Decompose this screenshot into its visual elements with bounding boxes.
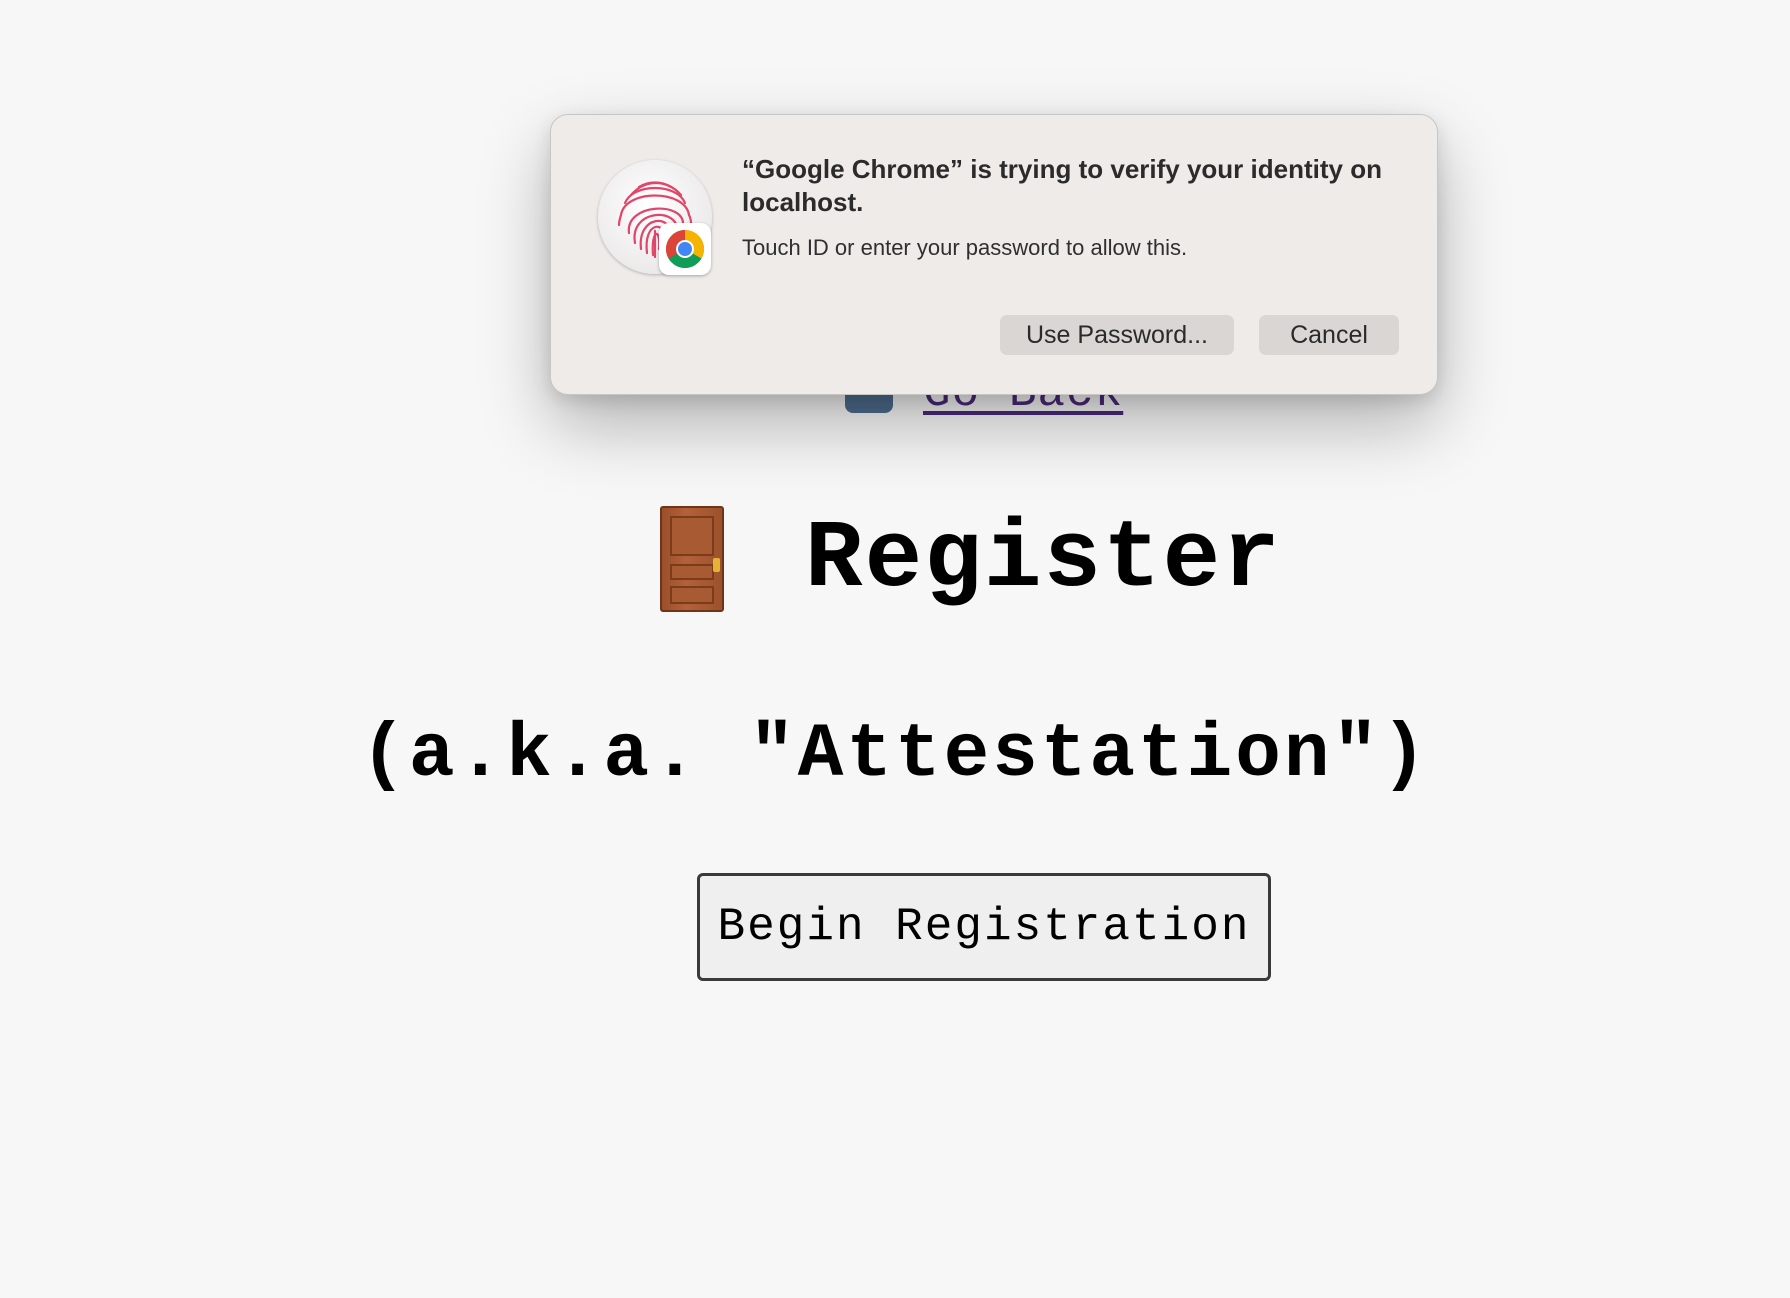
use-password-button[interactable]: Use Password... bbox=[1000, 315, 1234, 355]
dialog-message: Touch ID or enter your password to allow… bbox=[742, 235, 1188, 260]
page-title: Register bbox=[805, 505, 1282, 614]
dialog-title: “Google Chrome” is trying to verify your… bbox=[742, 154, 1382, 217]
touch-id-dialog: “Google Chrome” is trying to verify your… bbox=[550, 114, 1438, 395]
title-row: Register bbox=[0, 500, 1790, 620]
page-subtitle: (a.k.a. "Attestation") bbox=[360, 712, 1430, 798]
chrome-icon bbox=[659, 223, 711, 275]
door-icon bbox=[660, 506, 724, 612]
begin-registration-button[interactable]: Begin Registration bbox=[697, 873, 1271, 981]
cancel-button[interactable]: Cancel bbox=[1259, 315, 1399, 355]
